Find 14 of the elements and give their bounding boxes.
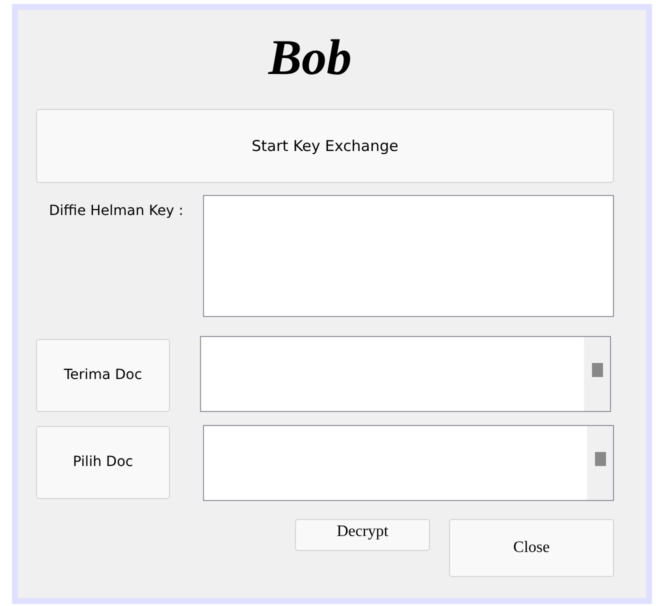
key-text-area[interactable] bbox=[203, 195, 614, 317]
scrollbar[interactable] bbox=[587, 426, 613, 500]
window-title: Bob bbox=[268, 28, 352, 87]
scroll-thumb[interactable] bbox=[592, 363, 602, 377]
close-button[interactable]: Close bbox=[449, 519, 614, 577]
document-button[interactable]: Terima Doc bbox=[36, 339, 170, 412]
scrollbar[interactable] bbox=[584, 337, 610, 411]
decrypt-button[interactable]: Decrypt bbox=[295, 519, 430, 551]
key-label: Diffie Helman Key : bbox=[49, 202, 184, 221]
document-field[interactable] bbox=[203, 425, 614, 501]
document-button[interactable]: Pilih Doc bbox=[36, 426, 170, 499]
document-field[interactable] bbox=[200, 336, 611, 412]
scroll-thumb[interactable] bbox=[594, 452, 606, 466]
start-key-exchange-button[interactable]: Start Key Exchange bbox=[36, 109, 614, 183]
